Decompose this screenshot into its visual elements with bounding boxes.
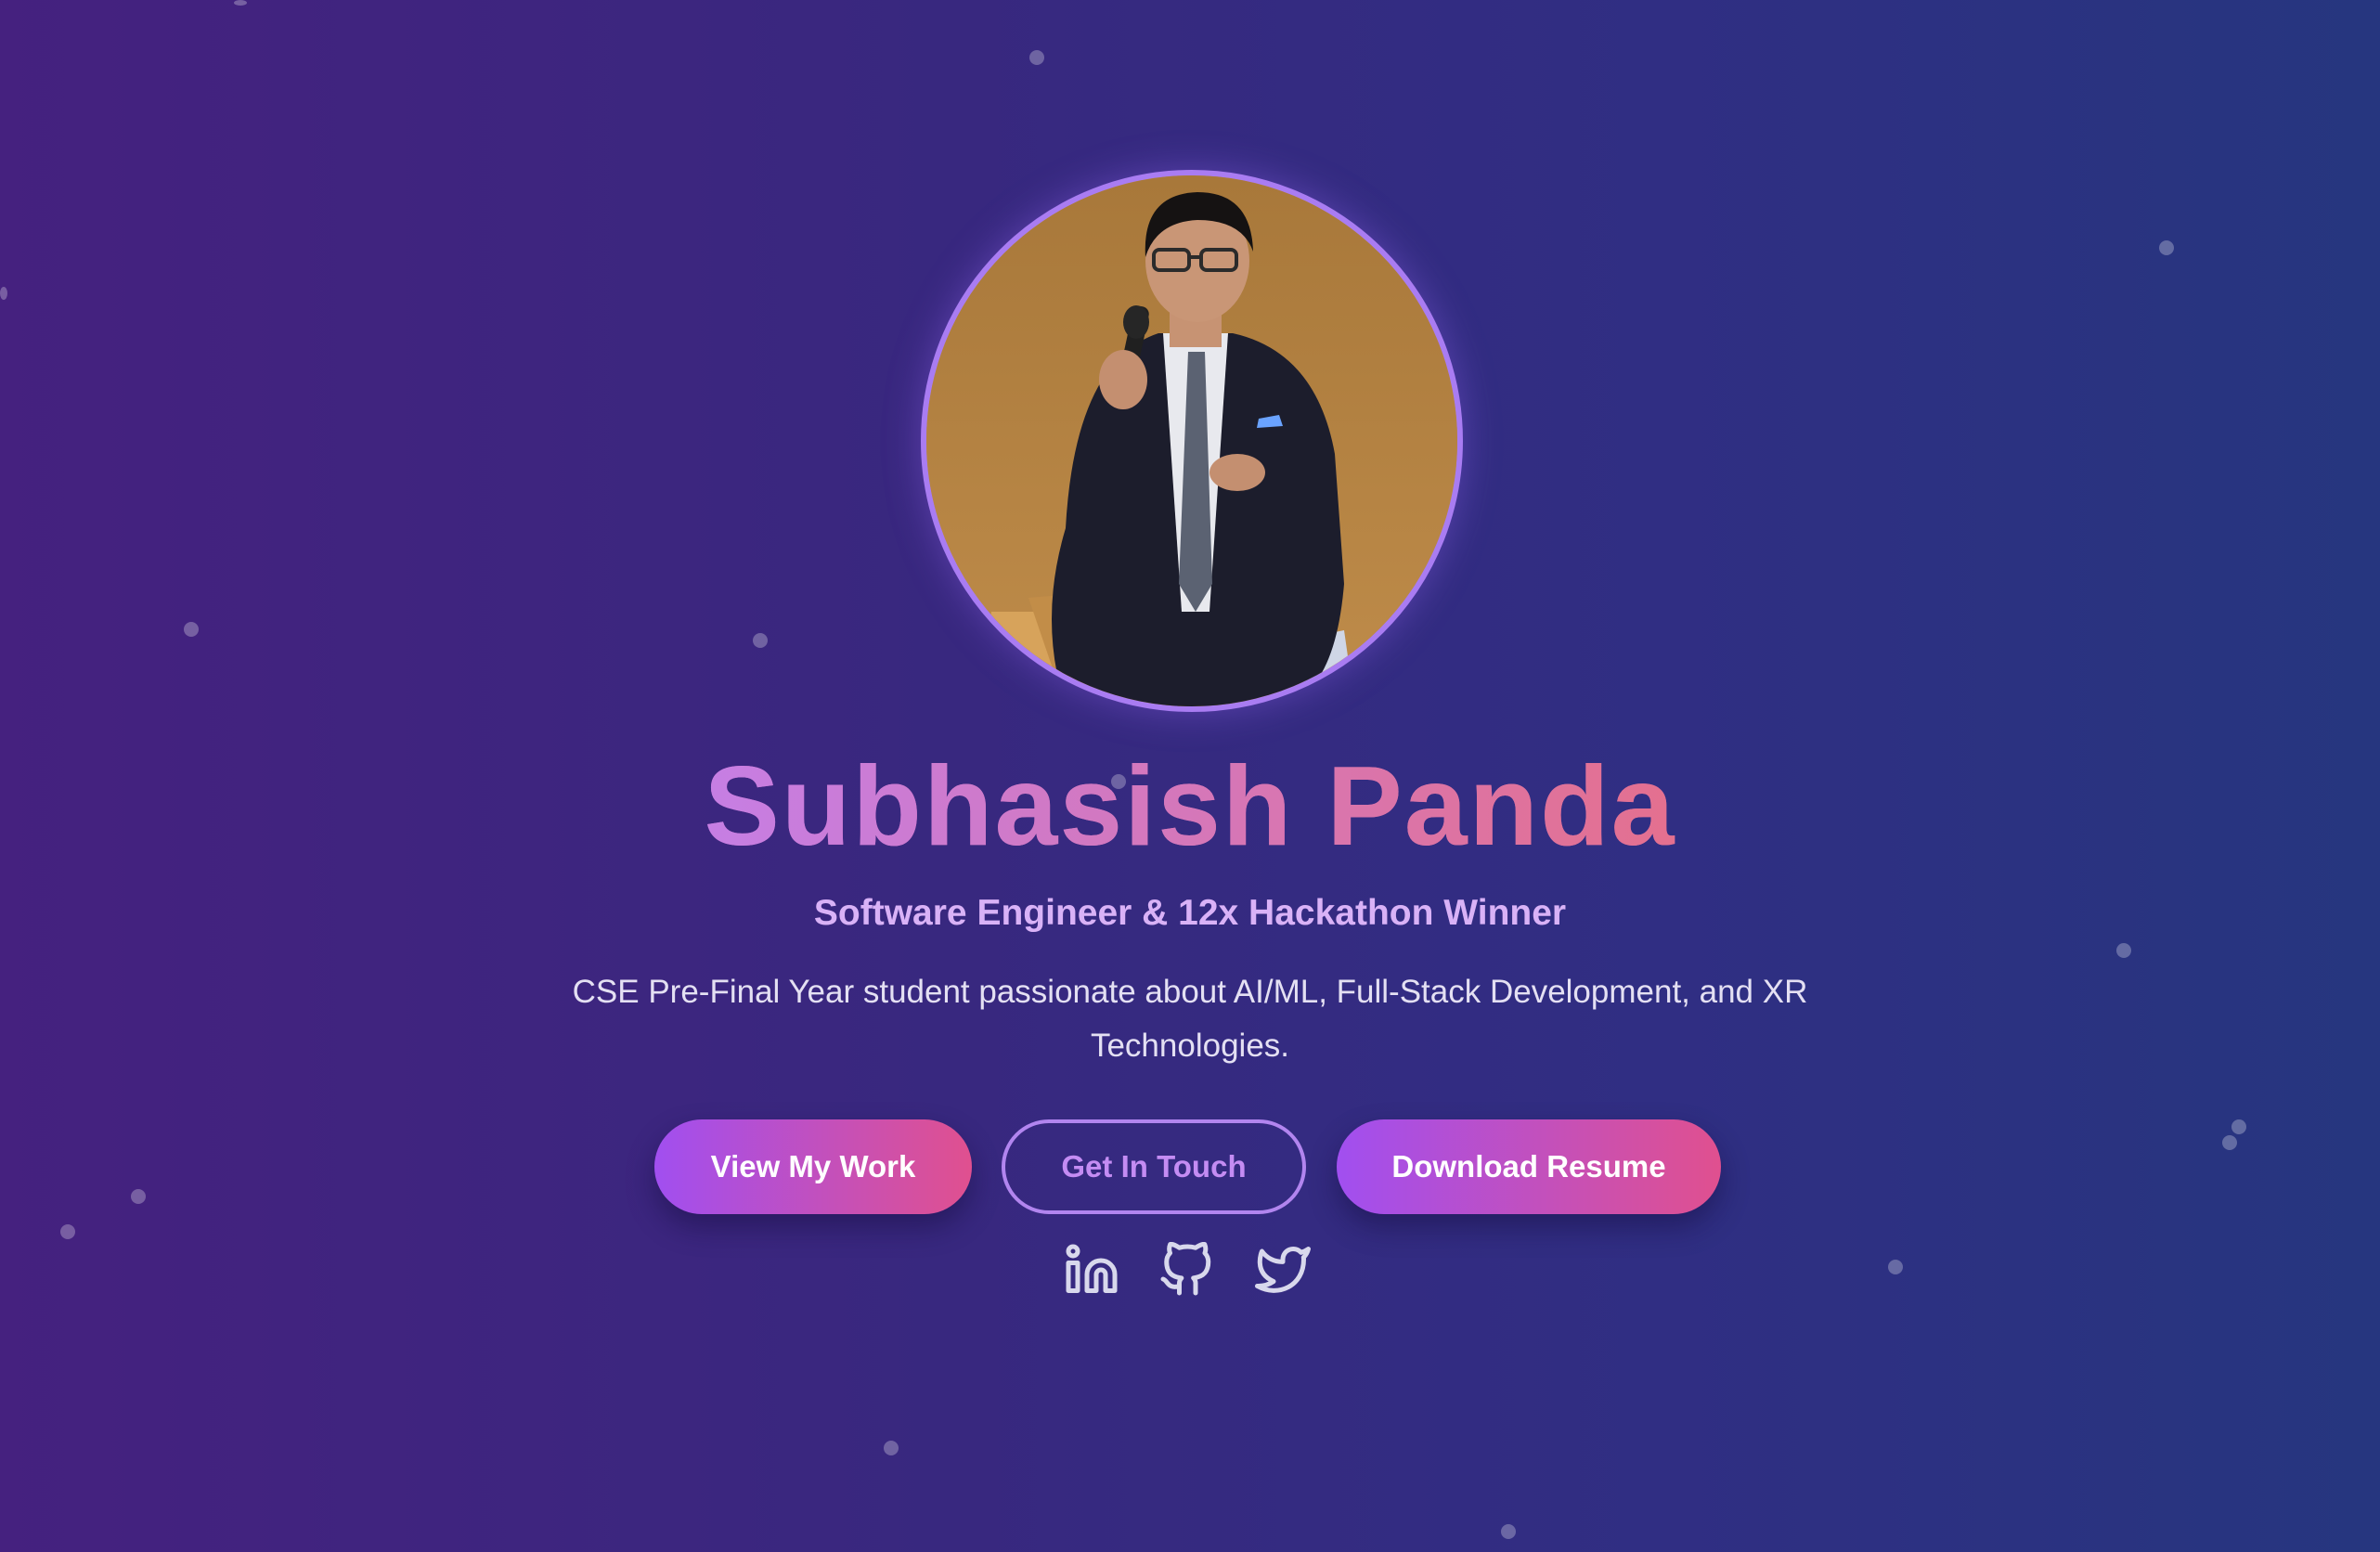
- hero-section: Subhasish Panda Software Engineer & 12x …: [0, 0, 2380, 1552]
- particle: [2159, 240, 2174, 255]
- twitter-icon[interactable]: [1253, 1240, 1313, 1300]
- particle: [884, 1441, 899, 1455]
- linkedin-icon[interactable]: [1062, 1240, 1121, 1300]
- particle: [2222, 1135, 2237, 1150]
- particle: [1029, 50, 1044, 65]
- particle: [60, 1224, 75, 1239]
- description: CSE Pre-Final Year student passionate ab…: [572, 974, 1808, 1064]
- particle: [1888, 1260, 1903, 1274]
- particle: [1501, 1524, 1516, 1539]
- tagline: Software Engineer & 12x Hackathon Winner: [813, 893, 1567, 933]
- particle: [753, 633, 768, 648]
- get-in-touch-button[interactable]: Get In Touch: [1002, 1119, 1306, 1214]
- particle: [0, 287, 7, 300]
- particle: [2231, 1119, 2246, 1134]
- github-icon[interactable]: [1157, 1240, 1216, 1300]
- download-resume-button[interactable]: Download Resume: [1337, 1119, 1721, 1214]
- profile-photo: [921, 170, 1463, 712]
- view-my-work-button[interactable]: View My Work: [654, 1119, 972, 1214]
- name-text: Subhasish Panda: [704, 743, 1676, 869]
- profile-photo-illustration: [926, 175, 1457, 706]
- particle: [2116, 943, 2131, 958]
- particle: [131, 1189, 146, 1204]
- page-title: Subhasish Panda: [0, 741, 2380, 871]
- particle: [234, 0, 247, 6]
- particle: [184, 622, 199, 637]
